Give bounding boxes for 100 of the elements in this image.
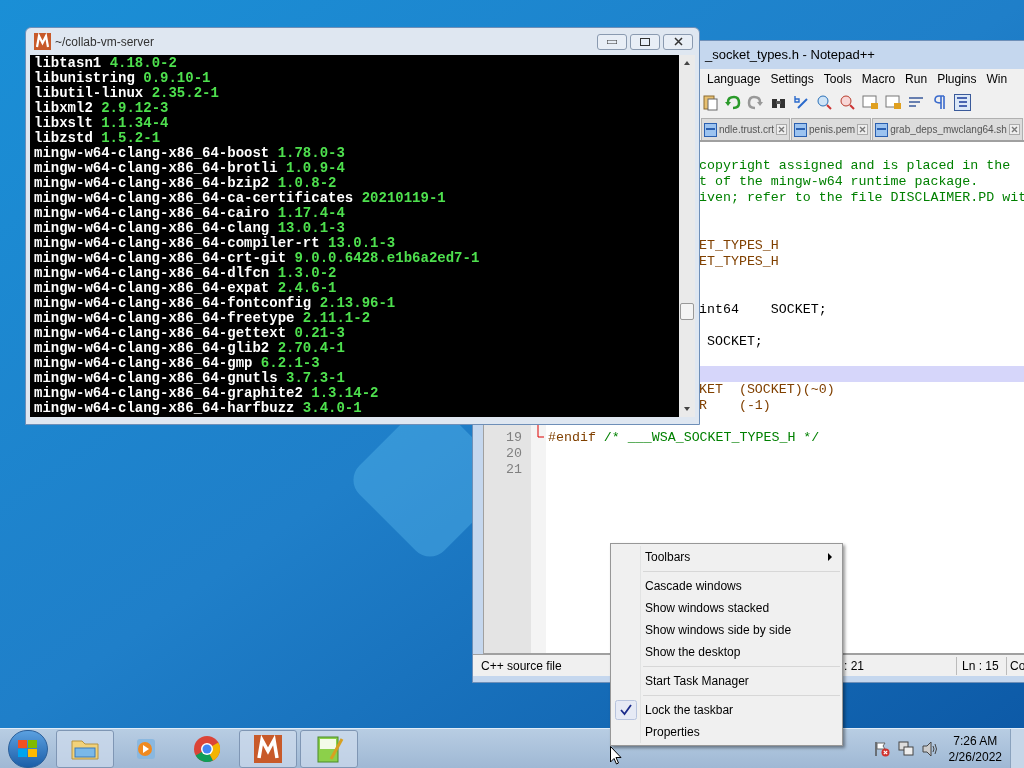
status-field: Ln : 15 bbox=[956, 656, 1006, 675]
flag-icon[interactable] bbox=[873, 740, 890, 757]
package-version: 20210119-1 bbox=[361, 190, 446, 206]
package-name: mingw-w64-clang-x86_64-brotli bbox=[34, 160, 278, 176]
menu-item[interactable]: Tools bbox=[818, 69, 857, 89]
tab-label: ndle.trust.crt bbox=[719, 123, 775, 137]
package-version: 0.9.10-1 bbox=[143, 70, 211, 86]
package-version: 3.4.0-1 bbox=[302, 400, 362, 416]
package-name: mingw-w64-clang-x86_64-dlfcn bbox=[34, 265, 270, 281]
menu-item[interactable]: Settings bbox=[765, 69, 819, 89]
scrollbar[interactable] bbox=[679, 55, 695, 417]
scroll-up-icon bbox=[684, 61, 690, 65]
menu-item[interactable]: Win bbox=[981, 69, 1013, 89]
file-tab[interactable]: penis.pem bbox=[791, 118, 872, 140]
package-name: mingw-w64-clang-x86_64-ca-certificates bbox=[34, 190, 354, 206]
menu-item[interactable]: Cascade windows bbox=[611, 575, 842, 597]
tab-label: penis.pem bbox=[809, 123, 856, 137]
speaker-icon[interactable] bbox=[921, 740, 939, 757]
package-name: mingw-w64-clang-x86_64-gettext bbox=[34, 325, 287, 341]
package-version: 3.7.3-1 bbox=[286, 370, 345, 386]
taskbar-button[interactable] bbox=[56, 729, 114, 768]
menu-item[interactable]: Plugins bbox=[932, 69, 982, 89]
code-line: KET (SOCKET)(~0) bbox=[699, 382, 835, 398]
package-name: libtasn1 bbox=[34, 55, 102, 71]
start-button[interactable] bbox=[8, 729, 48, 768]
menu-item[interactable]: Language bbox=[702, 69, 766, 89]
package-name: mingw-w64-clang-x86_64-bzip2 bbox=[34, 175, 270, 191]
package-name: mingw-w64-clang-x86_64-boost bbox=[34, 145, 270, 161]
file-icon bbox=[794, 122, 808, 137]
code-line: SOCKET; bbox=[705, 334, 763, 350]
app-logo-icon bbox=[34, 33, 51, 50]
code-line: ET_TYPES_H bbox=[699, 238, 779, 254]
package-version: 1.3.14-2 bbox=[311, 385, 379, 401]
menu-item[interactable]: Properties bbox=[611, 721, 842, 743]
line-number: 21 bbox=[505, 462, 522, 478]
submenu-arrow-icon bbox=[828, 553, 832, 561]
windows-logo-icon bbox=[18, 739, 38, 758]
pilcrow-icon[interactable] bbox=[931, 93, 948, 111]
menu-item[interactable]: Toolbars bbox=[611, 546, 842, 568]
package-name: libxml2 bbox=[34, 100, 93, 116]
tab-label: grab_deps_mwclang64.sh bbox=[890, 123, 1007, 137]
code-line: copyright assigned and is placed in the bbox=[699, 158, 1011, 174]
zoom-out-icon[interactable] bbox=[839, 93, 856, 111]
close-button[interactable] bbox=[663, 33, 693, 50]
status-field: Co bbox=[1006, 656, 1024, 675]
minimize-icon bbox=[607, 39, 617, 44]
menu-item[interactable]: Show windows side by side bbox=[611, 619, 842, 641]
mouse-pointer-icon bbox=[610, 746, 622, 765]
window-title: ~/collab-vm-server bbox=[55, 33, 155, 51]
package-version: 1.17.4-4 bbox=[277, 205, 345, 221]
menu-item[interactable]: Macro bbox=[856, 69, 901, 89]
package-name: mingw-w64-clang-x86_64-expat bbox=[34, 280, 270, 296]
paste-icon[interactable] bbox=[701, 93, 718, 111]
package-version: 1.5.2-1 bbox=[101, 130, 161, 146]
package-name: libutil-linux bbox=[34, 85, 144, 101]
package-name: mingw-w64-clang-x86_64-gmp bbox=[34, 355, 253, 371]
package-version: 13.0.1-3 bbox=[277, 220, 345, 236]
file-icon bbox=[704, 122, 717, 137]
clock-date[interactable]: 2/26/2022 bbox=[948, 748, 1002, 765]
menu-item[interactable]: Lock the taskbar bbox=[611, 699, 842, 721]
package-version: 1.0.8-2 bbox=[277, 175, 337, 191]
package-version: 2.4.6-1 bbox=[277, 280, 337, 296]
package-version: 1.0.9-4 bbox=[286, 160, 345, 176]
close-icon[interactable] bbox=[776, 124, 788, 135]
package-version: 1.1.34-4 bbox=[101, 115, 169, 131]
taskbar-button[interactable] bbox=[239, 729, 297, 768]
package-version: 2.9.12-3 bbox=[101, 100, 169, 116]
zoom-in-icon[interactable] bbox=[816, 93, 833, 111]
file-tab[interactable]: grab_deps_mwclang64.sh bbox=[872, 118, 1023, 140]
file-icon bbox=[875, 122, 889, 137]
taskbar-button[interactable] bbox=[300, 729, 358, 768]
redo-icon[interactable] bbox=[747, 93, 764, 111]
line-number: 20 bbox=[505, 446, 522, 462]
close-icon[interactable] bbox=[1008, 124, 1020, 135]
package-version: 2.11.1-2 bbox=[302, 310, 371, 326]
package-version: 6.2.1-3 bbox=[260, 355, 320, 371]
code-line: R (-1) bbox=[699, 398, 771, 414]
maximize-button[interactable] bbox=[630, 33, 660, 50]
replace-icon[interactable] bbox=[793, 93, 810, 111]
package-name: mingw-w64-clang-x86_64-glib2 bbox=[34, 340, 270, 356]
code-line: int64 SOCKET; bbox=[699, 302, 827, 318]
file-tab[interactable]: ndle.trust.crt bbox=[701, 118, 791, 140]
network-icon[interactable] bbox=[897, 740, 914, 757]
package-name: mingw-w64-clang-x86_64-compiler-rt bbox=[34, 235, 320, 251]
undo-icon[interactable] bbox=[724, 93, 741, 111]
close-icon[interactable] bbox=[857, 124, 869, 135]
package-version: 2.70.4-1 bbox=[277, 340, 345, 356]
package-name: mingw-w64-clang-x86_64-cairo bbox=[34, 205, 270, 221]
package-version: 1.3.0-2 bbox=[277, 265, 337, 281]
code-line: ET_TYPES_H bbox=[699, 254, 779, 270]
scrollbar-thumb[interactable] bbox=[680, 303, 694, 320]
show-desktop-button[interactable] bbox=[1010, 728, 1024, 768]
package-name: mingw-w64-clang-x86_64-crt-git bbox=[34, 250, 287, 266]
menu-item[interactable]: Show windows stacked bbox=[611, 597, 842, 619]
indent-guide-icon[interactable] bbox=[954, 93, 971, 111]
scroll-down-icon bbox=[684, 407, 690, 411]
package-name: mingw-w64-clang-x86_64-graphite2 bbox=[34, 385, 303, 401]
menu-item[interactable]: Run bbox=[900, 69, 933, 89]
clock-time[interactable]: 7:26 AM bbox=[953, 732, 998, 749]
line-number: 19 bbox=[505, 430, 522, 446]
